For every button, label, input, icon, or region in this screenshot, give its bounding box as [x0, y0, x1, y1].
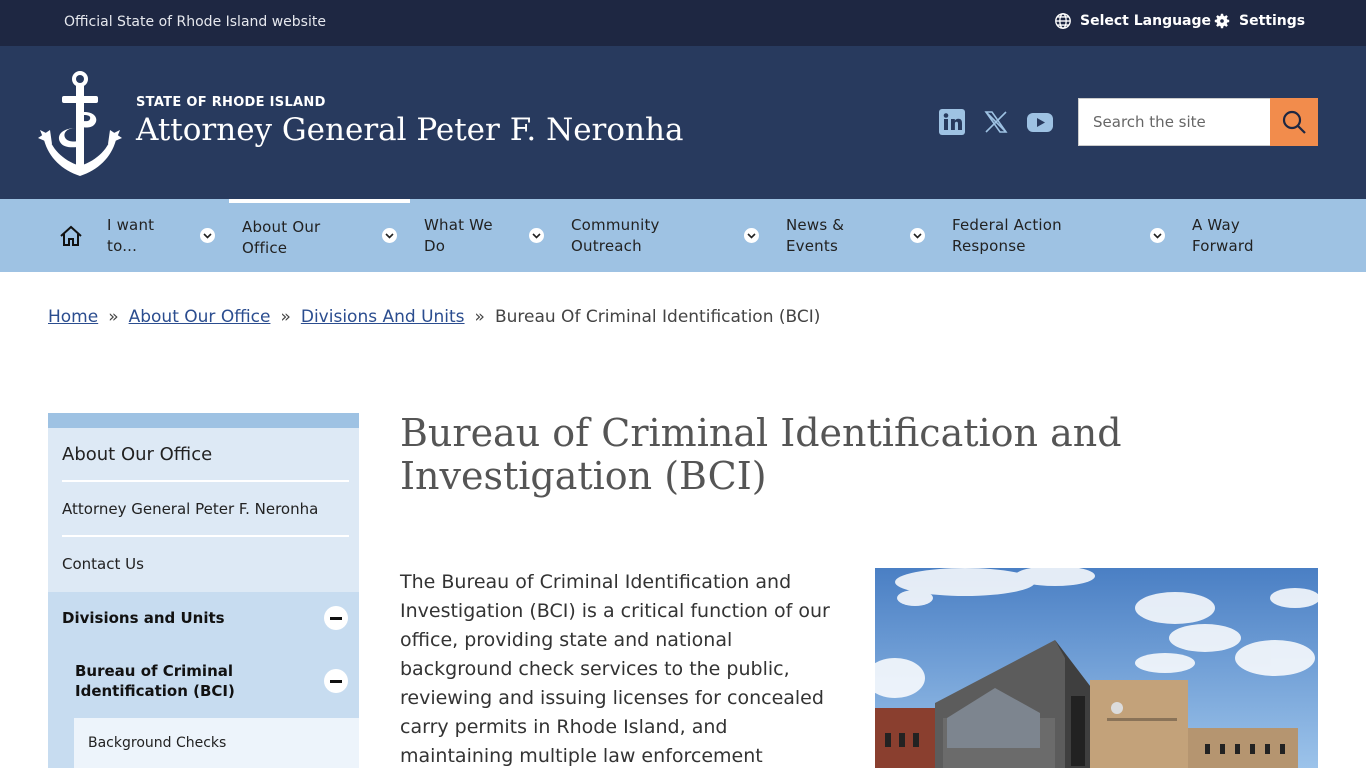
- breadcrumb-divisions-and-units[interactable]: Divisions And Units: [301, 307, 465, 327]
- nav-community-outreach[interactable]: Community Outreach: [571, 199, 731, 272]
- nav-label-line1: What We: [424, 215, 493, 234]
- globe-icon: [1055, 13, 1071, 29]
- breadcrumb-current: Bureau Of Criminal Identification (BCI): [494, 307, 821, 327]
- section-sidebar: About Our Office Attorney General Peter …: [48, 413, 359, 768]
- nav-label-line2: Response: [952, 236, 1026, 255]
- collapse-icon[interactable]: [324, 606, 348, 630]
- settings-button[interactable]: Settings: [1213, 12, 1305, 30]
- nav-label-line1: News &: [786, 215, 845, 234]
- sidebar-item-label: Attorney General Peter F. Neronha: [62, 499, 319, 518]
- breadcrumb-separator: »: [108, 307, 119, 327]
- main-nav: I want to... About Our Office What We Do Co…: [0, 199, 1366, 272]
- breadcrumb: Home » About Our Office » Divisions And …: [48, 307, 820, 327]
- sidebar-sub-item-line2: Identification (BCI): [75, 682, 235, 700]
- nav-label-line1: Federal Action: [952, 215, 1062, 234]
- site-header: STATE OF RHODE ISLAND Attorney General P…: [0, 46, 1366, 199]
- nav-federal-action-response[interactable]: Federal Action Response: [952, 199, 1132, 272]
- nav-label-line1: Community: [571, 215, 660, 234]
- x-icon[interactable]: [982, 108, 1010, 136]
- chevron-down-icon[interactable]: [529, 228, 544, 243]
- chevron-down-icon[interactable]: [382, 228, 397, 243]
- nav-label-line2: Events: [786, 236, 838, 255]
- sidebar-item-contact-us[interactable]: Contact Us: [48, 537, 359, 590]
- page-title-line1: Bureau of Criminal Identification and: [400, 411, 1122, 455]
- site-search: [1078, 98, 1318, 146]
- breadcrumb-home[interactable]: Home: [48, 307, 98, 327]
- official-site-notice: Official State of Rhode Island website: [64, 14, 326, 30]
- sidebar-item-label: Divisions and Units: [62, 609, 225, 627]
- linkedin-icon[interactable]: [938, 108, 966, 136]
- select-language-button[interactable]: Select Language: [1054, 12, 1211, 30]
- intro-paragraph: The Bureau of Criminal Identification an…: [400, 571, 830, 767]
- nav-label-line1: I want: [107, 215, 155, 234]
- org-name: STATE OF RHODE ISLAND: [136, 95, 326, 110]
- sidebar-top-stripe: [48, 413, 359, 428]
- search-icon: [1282, 110, 1306, 134]
- search-input[interactable]: [1078, 98, 1270, 146]
- nav-label-line2: to...: [107, 236, 138, 255]
- sidebar-item-label: Background Checks: [88, 735, 227, 751]
- sidebar-item-attorney-general[interactable]: Attorney General Peter F. Neronha: [48, 482, 359, 535]
- sidebar-heading[interactable]: About Our Office: [48, 428, 359, 480]
- nav-label-line1: A Way: [1192, 215, 1240, 234]
- sidebar-item-divisions-and-units[interactable]: Divisions and Units: [48, 592, 359, 644]
- settings-label: Settings: [1239, 13, 1306, 29]
- home-icon[interactable]: [58, 223, 84, 249]
- site-title[interactable]: Attorney General Peter F. Neronha: [136, 112, 683, 148]
- sidebar-item-background-checks[interactable]: Background Checks: [74, 718, 359, 768]
- gear-icon: [1214, 13, 1230, 29]
- nav-label-line2: Do: [424, 236, 446, 255]
- sidebar-sub-item-line1: Bureau of Criminal: [75, 662, 234, 680]
- breadcrumb-about-our-office[interactable]: About Our Office: [129, 307, 271, 327]
- nav-what-we-do[interactable]: What We Do: [424, 199, 524, 272]
- page-title-line2: Investigation (BCI): [400, 454, 767, 498]
- page-title: Bureau of Criminal Identification and In…: [400, 412, 1160, 498]
- bci-building-photo: [875, 568, 1318, 768]
- utility-bar: Official State of Rhode Island website S…: [0, 0, 1366, 46]
- nav-label-line2: Office: [242, 238, 288, 257]
- nav-news-events[interactable]: News & Events: [786, 199, 896, 272]
- nav-label-line2: Outreach: [571, 236, 642, 255]
- sidebar-item-bci[interactable]: Bureau of Criminal Identification (BCI): [48, 644, 359, 718]
- chevron-down-icon[interactable]: [1150, 228, 1165, 243]
- sidebar-item-label: Contact Us: [62, 554, 144, 573]
- breadcrumb-separator: »: [280, 307, 291, 327]
- sidebar-heading-label: About Our Office: [62, 443, 213, 465]
- youtube-icon[interactable]: [1026, 108, 1054, 136]
- breadcrumb-separator: »: [474, 307, 485, 327]
- chevron-down-icon[interactable]: [910, 228, 925, 243]
- chevron-down-icon[interactable]: [744, 228, 759, 243]
- sidebar-sub-sub-wrapper: Background Checks: [48, 718, 359, 768]
- search-button[interactable]: [1270, 98, 1318, 146]
- nav-a-way-forward[interactable]: A Way Forward: [1192, 199, 1312, 272]
- collapse-icon[interactable]: [324, 669, 348, 693]
- select-language-label: Select Language: [1080, 13, 1212, 29]
- anchor-icon[interactable]: [38, 68, 122, 176]
- nav-label-line1: About Our: [242, 217, 321, 236]
- chevron-down-icon[interactable]: [200, 228, 215, 243]
- nav-label-line2: Forward: [1192, 236, 1254, 255]
- sidebar-sub-item-label: Bureau of Criminal Identification (BCI): [75, 661, 235, 701]
